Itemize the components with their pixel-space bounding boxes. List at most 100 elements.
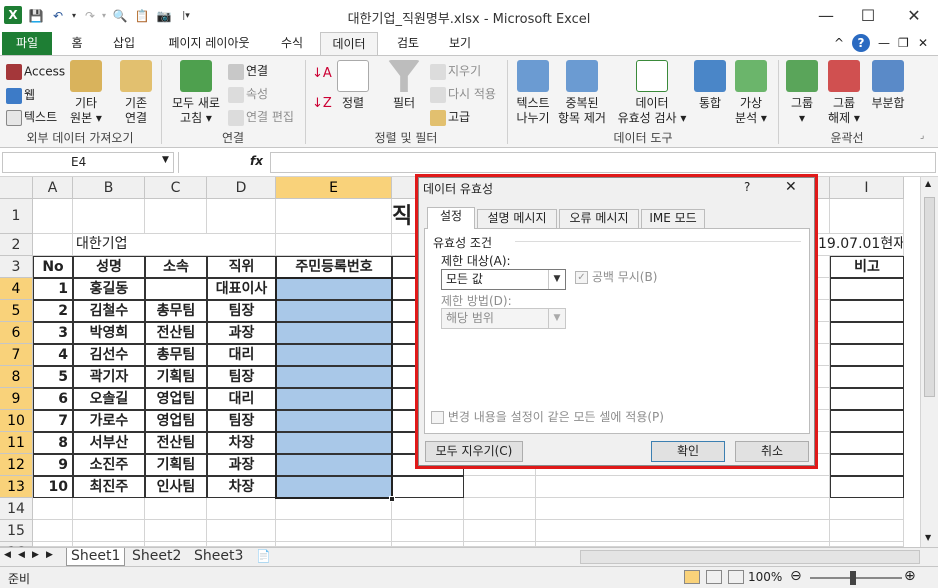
existing-connections-button[interactable]: 기존 연결: [116, 60, 156, 126]
zoom-slider[interactable]: [810, 577, 902, 579]
grid-cell[interactable]: [33, 498, 73, 520]
allow-select[interactable]: 모든 값 ▼: [441, 269, 566, 290]
tab-home[interactable]: 홈: [62, 32, 92, 56]
cell-no[interactable]: 8: [33, 432, 73, 454]
cell-no[interactable]: 7: [33, 410, 73, 432]
cell-no[interactable]: 2: [33, 300, 73, 322]
date-cell[interactable]: 19.07.01현재: [818, 234, 904, 256]
column-header-d[interactable]: D: [207, 177, 276, 199]
help-icon[interactable]: ?: [852, 34, 870, 52]
cell-position[interactable]: 팀장: [207, 410, 276, 432]
zoom-out-icon[interactable]: ⊖: [790, 568, 802, 584]
cell-position[interactable]: 과장: [207, 454, 276, 476]
grid-cell[interactable]: [276, 234, 392, 256]
column-header-e[interactable]: E: [276, 177, 392, 199]
sheet-tab-sheet3[interactable]: Sheet3: [190, 548, 247, 566]
tab-insert[interactable]: 삽입: [102, 32, 146, 56]
group-button[interactable]: 그룹 ▾: [782, 60, 822, 126]
cell-dept[interactable]: 전산팀: [145, 432, 207, 454]
row-header-7[interactable]: 7: [0, 344, 33, 366]
zoom-slider-thumb[interactable]: [850, 571, 856, 585]
cell-note[interactable]: [830, 388, 904, 410]
cell-no[interactable]: 4: [33, 344, 73, 366]
cell-dept[interactable]: 총무팀: [145, 300, 207, 322]
data-select[interactable]: 해당 범위 ▼: [441, 308, 566, 329]
zoom-level[interactable]: 100%: [748, 570, 782, 584]
grid-cell[interactable]: [276, 520, 392, 542]
cell-name[interactable]: 서부산: [73, 432, 145, 454]
grid-cell[interactable]: [464, 476, 536, 498]
grid-cell[interactable]: [276, 498, 392, 520]
tab-file[interactable]: 파일: [2, 32, 52, 56]
grid-cell[interactable]: [33, 199, 73, 234]
zoom-in-icon[interactable]: ⊕: [904, 568, 916, 584]
consolidate-button[interactable]: 통합: [692, 60, 728, 111]
text-to-columns-button[interactable]: 텍스트 나누기: [510, 60, 556, 126]
workbook-minimize-icon[interactable]: —: [878, 36, 890, 50]
cell-position[interactable]: 과장: [207, 322, 276, 344]
dialog-tab-ime-mode[interactable]: IME 모드: [641, 209, 705, 228]
remove-duplicates-button[interactable]: 중복된 항목 제거: [554, 60, 610, 126]
grid-cell[interactable]: [145, 199, 207, 234]
sort-asc-icon[interactable]: ↓A: [312, 66, 332, 81]
grid-cell[interactable]: [33, 234, 73, 256]
ignore-blank-option[interactable]: ✓ 공백 무시(B): [575, 268, 657, 285]
dialog-help-button[interactable]: ?: [744, 180, 750, 194]
cell-note[interactable]: [830, 344, 904, 366]
minimize-ribbon-icon[interactable]: ^: [834, 36, 844, 50]
scroll-thumb[interactable]: [924, 197, 935, 397]
row-header-11[interactable]: 11: [0, 432, 33, 454]
sheet-tab-sheet2[interactable]: Sheet2: [128, 548, 185, 566]
insert-sheet-icon[interactable]: 📄: [256, 549, 271, 563]
cell-position[interactable]: 대리: [207, 344, 276, 366]
grid-cell[interactable]: [464, 498, 536, 520]
workbook-close-icon[interactable]: ✕: [918, 36, 928, 50]
row-header-1[interactable]: 1: [0, 199, 33, 234]
sheet-nav-last-icon[interactable]: ▶: [46, 550, 53, 560]
cell-position[interactable]: 차장: [207, 476, 276, 498]
cell-no[interactable]: 5: [33, 366, 73, 388]
outline-launcher-icon[interactable]: ⌟: [920, 131, 924, 141]
dialog-close-button[interactable]: ✕: [785, 179, 797, 195]
header-dept[interactable]: 소속: [145, 256, 207, 278]
sheet-nav-prev-icon[interactable]: ◀: [18, 550, 25, 560]
cell-note[interactable]: [830, 476, 904, 498]
grid-cell[interactable]: [73, 520, 145, 542]
from-text-button[interactable]: 텍스트: [6, 108, 57, 126]
cell-dept[interactable]: 전산팀: [145, 322, 207, 344]
ok-button[interactable]: 확인: [651, 441, 725, 462]
scroll-up-icon[interactable]: ▲: [925, 179, 931, 188]
cell-position[interactable]: 대리: [207, 388, 276, 410]
from-web-button[interactable]: 웹: [6, 86, 35, 104]
clear-filter-button[interactable]: 지우기: [430, 62, 481, 80]
cell-name[interactable]: 박영희: [73, 322, 145, 344]
cell-dept[interactable]: 영업팀: [145, 388, 207, 410]
vertical-scrollbar[interactable]: ▲ ▼: [920, 177, 938, 547]
cell-dept[interactable]: 영업팀: [145, 410, 207, 432]
tab-review[interactable]: 검토: [386, 32, 430, 56]
grid-cell[interactable]: [207, 199, 276, 234]
column-header-b[interactable]: B: [73, 177, 145, 199]
formula-input[interactable]: [270, 152, 936, 173]
column-header-i[interactable]: I: [830, 177, 904, 199]
apply-all-checkbox[interactable]: [431, 411, 444, 424]
name-box[interactable]: E4: [2, 152, 174, 173]
workbook-restore-icon[interactable]: ❐: [898, 36, 909, 50]
what-if-button[interactable]: 가상 분석 ▾: [730, 60, 772, 126]
header-no[interactable]: No: [33, 256, 73, 278]
cell-name[interactable]: 소진주: [73, 454, 145, 476]
row-header-4[interactable]: 4: [0, 278, 33, 300]
maximize-button[interactable]: ☐: [848, 4, 888, 28]
cell-no[interactable]: 9: [33, 454, 73, 476]
data-validation-button[interactable]: 데이터 유효성 검사 ▾: [612, 60, 692, 126]
dialog-tab-settings[interactable]: 설정: [427, 207, 475, 229]
row-header-12[interactable]: 12: [0, 454, 33, 476]
cell-note[interactable]: [830, 322, 904, 344]
from-access-button[interactable]: Access: [6, 64, 65, 80]
dialog-tab-error-alert[interactable]: 오류 메시지: [559, 209, 639, 228]
sort-desc-icon[interactable]: ↓Z: [312, 96, 332, 111]
cell-dept[interactable]: 인사팀: [145, 476, 207, 498]
page-break-view-icon[interactable]: [728, 570, 744, 584]
cell-note[interactable]: [830, 454, 904, 476]
cell-no[interactable]: 6: [33, 388, 73, 410]
